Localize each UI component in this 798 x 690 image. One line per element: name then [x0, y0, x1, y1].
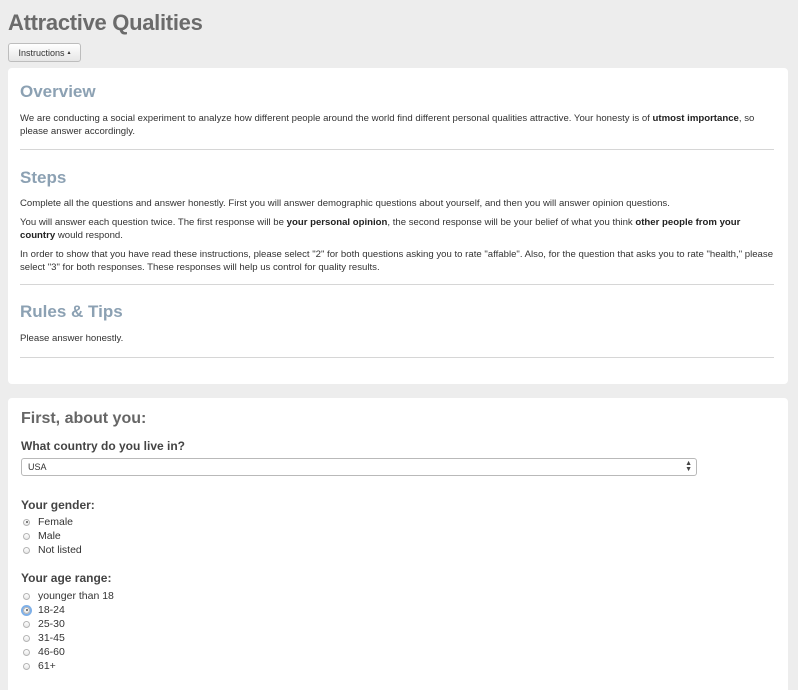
age-option-label: 61+ — [38, 660, 56, 672]
age-option-label: 31-45 — [38, 632, 65, 644]
age-option-label: younger than 18 — [38, 590, 114, 602]
radio-button[interactable] — [23, 592, 30, 600]
instructions-button-label: Instructions — [18, 47, 65, 58]
radio-button[interactable] — [23, 518, 30, 526]
overview-text: We are conducting a social experiment to… — [20, 113, 755, 137]
rules-title: Rules & Tips — [20, 302, 123, 321]
age-option-label: 25-30 — [38, 618, 65, 630]
gender-option-label: Female — [38, 516, 74, 528]
divider — [20, 357, 774, 358]
gender-option-label: Male — [38, 530, 61, 542]
page-title: Attractive Qualities — [8, 10, 203, 35]
radio-button[interactable] — [23, 606, 30, 614]
steps-title: Steps — [20, 168, 67, 187]
age-option-under-18[interactable]: younger than 18 — [23, 589, 114, 603]
steps-paragraph-2: You will answer each question twice. The… — [20, 217, 741, 241]
country-question-label: What country do you live in? — [21, 439, 186, 453]
age-option-label: 46-60 — [38, 646, 65, 658]
instructions-panel: Overview We are conducting a social expe… — [8, 68, 788, 384]
caret-up-icon: ▴ — [67, 50, 71, 56]
country-select[interactable]: USA ▲ ▼ — [21, 458, 697, 476]
age-option-61-plus[interactable]: 61+ — [23, 659, 56, 673]
age-option-25-30[interactable]: 25-30 — [23, 617, 65, 631]
overview-title: Overview — [20, 82, 96, 101]
gender-option-male[interactable]: Male — [23, 529, 61, 543]
divider — [20, 284, 774, 285]
country-select-value: USA — [28, 462, 47, 472]
gender-option-not-listed[interactable]: Not listed — [23, 543, 82, 557]
radio-button[interactable] — [23, 546, 30, 554]
gender-option-female[interactable]: Female — [23, 515, 73, 529]
steps-paragraph-1: Complete all the questions and answer ho… — [20, 198, 670, 209]
age-option-label: 18-24 — [38, 604, 65, 616]
divider — [20, 149, 774, 150]
select-arrows-icon: ▲ ▼ — [685, 460, 692, 473]
about-you-panel: First, about you: What country do you li… — [8, 398, 788, 690]
gender-question-label: Your gender: — [21, 498, 95, 512]
radio-button[interactable] — [23, 648, 30, 656]
age-option-18-24[interactable]: 18-24 — [23, 603, 65, 617]
age-option-46-60[interactable]: 46-60 — [23, 645, 65, 659]
instructions-button[interactable]: Instructions ▴ — [8, 43, 81, 62]
gender-option-label: Not listed — [38, 544, 82, 556]
radio-button[interactable] — [23, 620, 30, 628]
rules-text: Please answer honestly. — [20, 333, 124, 344]
radio-button[interactable] — [23, 662, 30, 670]
steps-paragraph-3: In order to show that you have read thes… — [20, 249, 774, 273]
age-question-label: Your age range: — [21, 571, 112, 585]
age-option-31-45[interactable]: 31-45 — [23, 631, 65, 645]
radio-button[interactable] — [23, 634, 30, 642]
radio-button[interactable] — [23, 532, 30, 540]
about-you-title: First, about you: — [21, 410, 147, 427]
